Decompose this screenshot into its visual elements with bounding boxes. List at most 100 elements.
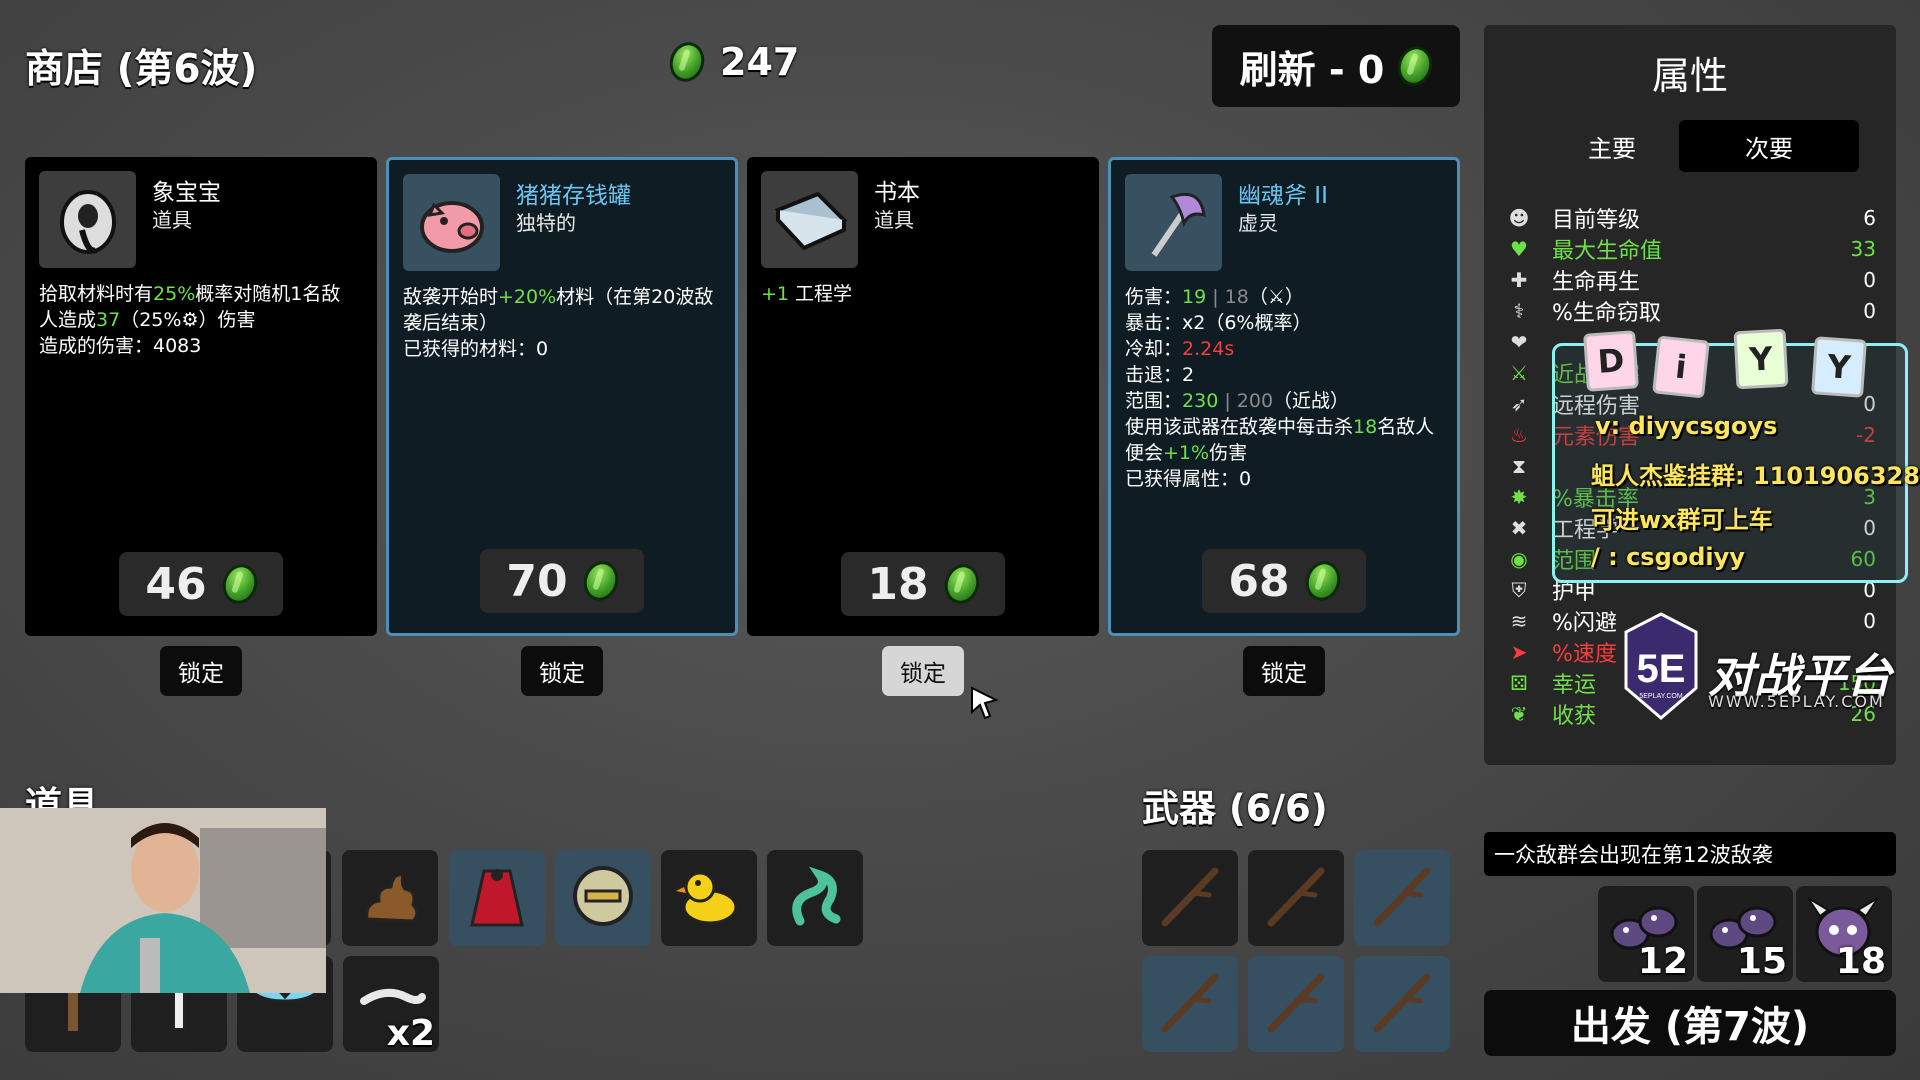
shop-card[interactable]: 幽魂斧 II 虚灵 伤害：19 | 18（⚔） 暴击：x2（6%概率） 冷却：2.24s…: [1108, 157, 1460, 636]
ghost-axe-icon: [1125, 174, 1222, 271]
item-count: x2: [386, 1013, 435, 1054]
stat-label: 生命再生: [1552, 270, 1641, 295]
regen-icon: ✚: [1510, 268, 1528, 292]
description-text: 37: [96, 309, 121, 331]
stat-value: 6: [1863, 206, 1876, 230]
description-text: | 18: [1206, 286, 1249, 308]
enemy-preview: 12: [1598, 886, 1694, 982]
material-icon: [217, 559, 262, 609]
description-line: 范围：230 | 200（近战）: [1125, 388, 1445, 414]
description-line: 造成的伤害：4083: [39, 333, 365, 359]
item-slot[interactable]: [661, 850, 757, 946]
description-line: 使用该武器在敌袭中每击杀18名敌人: [1125, 414, 1445, 440]
description-text: 已获得属性：0: [1125, 468, 1252, 490]
description-text: | 200: [1218, 390, 1274, 412]
logo-url: WWW.5EPLAY.COM: [1708, 692, 1885, 711]
card-description: 拾取材料时有25%概率对随机1名敌 人造成37（25%⚙）伤害 造成的伤害：4083: [39, 281, 365, 359]
lock-button[interactable]: 锁定: [521, 646, 603, 696]
weapons-title: 武器 (6/6): [1142, 787, 1328, 830]
stat-row[interactable]: ☻ 目前等级 6: [1506, 203, 1876, 233]
card-price: 46: [145, 558, 207, 610]
piggy-bank-icon: [403, 174, 500, 271]
tab-secondary[interactable]: 次要: [1679, 120, 1859, 172]
item-slot[interactable]: [342, 850, 438, 946]
description-text: 工程学: [789, 283, 853, 305]
weapon-slot[interactable]: [1142, 850, 1238, 946]
level-icon: ☻: [1508, 206, 1530, 230]
shop-card[interactable]: 书本 道具 +1 工程学 18: [747, 157, 1099, 636]
item-slot[interactable]: [555, 850, 651, 946]
luck-icon: ⚄: [1510, 671, 1528, 695]
card-name: 幽魂斧 II: [1238, 183, 1328, 209]
weapon-slot[interactable]: [1248, 850, 1344, 946]
overlay-tag: Y: [1811, 336, 1867, 398]
price-box: 18: [841, 552, 1005, 616]
description-text: 拾取材料时有: [39, 283, 154, 305]
stat-value: 0: [1863, 299, 1876, 323]
shop-card[interactable]: 象宝宝 道具 拾取材料时有25%概率对随机1名敌 人造成37（25%⚙）伤害 造成的伤害…: [25, 157, 377, 636]
stick-icon: [1155, 967, 1225, 1041]
description-line: 伤害：19 | 18（⚔）: [1125, 284, 1445, 310]
gold-counter: 247: [664, 37, 800, 87]
shop-card[interactable]: 猪猪存钱罐 独特的 敌袭开始时+20%材料（在第20波敌 袭后结束） 已获得的材料：0 7…: [386, 157, 738, 636]
description-text: 冷却：: [1125, 338, 1183, 360]
stat-value: 0: [1863, 268, 1876, 292]
engineering-icon: ✖: [1510, 516, 1528, 540]
price-box: 70: [480, 549, 644, 613]
card-description: 伤害：19 | 18（⚔） 暴击：x2（6%概率） 冷却：2.24s 击退：2 范围：2…: [1125, 284, 1445, 492]
enemy-preview: 15: [1697, 886, 1793, 982]
tab-primary[interactable]: 主要: [1522, 120, 1702, 172]
item-slot[interactable]: [767, 850, 863, 946]
weapon-slot[interactable]: [1354, 956, 1450, 1052]
mouse-cursor-icon: [971, 686, 999, 720]
description-text: 25%: [153, 283, 196, 305]
reroll-button[interactable]: 刷新 - 0: [1212, 25, 1460, 107]
item-slot[interactable]: [449, 850, 545, 946]
description-text: （25%: [120, 309, 182, 331]
description-line: 敌袭开始时+20%材料（在第20波敌: [403, 284, 723, 310]
description-line: 人造成37（25%⚙）伤害: [39, 307, 365, 333]
description-text: （近战）: [1273, 390, 1350, 412]
heart-icon: ♥: [1510, 237, 1528, 261]
damage-icon: ❤: [1510, 330, 1528, 354]
stat-row[interactable]: ⚕ %生命窃取 0: [1506, 296, 1876, 326]
5e-logo-icon: 5E 5EPLAY.COM: [1624, 612, 1698, 720]
card-name: 猪猪存钱罐: [516, 183, 631, 209]
price-box: 68: [1202, 549, 1366, 613]
stick-icon: [1261, 967, 1331, 1041]
description-text: +20%: [498, 286, 557, 308]
description-text: 伤害: [1209, 442, 1248, 464]
overlay-tag: Y: [1733, 328, 1789, 390]
stat-row[interactable]: ♥ 最大生命值 33: [1506, 234, 1876, 264]
harvest-icon: ❦: [1510, 702, 1528, 726]
elemental-icon: ♨: [1510, 423, 1528, 447]
description-text: 材料（在第20波敌: [556, 286, 714, 308]
description-text: 19: [1182, 286, 1207, 308]
weapon-slot[interactable]: [1354, 850, 1450, 946]
stat-label: 目前等级: [1552, 208, 1641, 233]
stat-row[interactable]: ✚ 生命再生 0: [1506, 265, 1876, 295]
card-type: 道具: [874, 208, 914, 232]
stick-icon: [1261, 861, 1331, 935]
enemy-count: 18: [1835, 941, 1886, 982]
description-text: 名敌人: [1377, 416, 1435, 438]
lock-button[interactable]: 锁定: [882, 646, 964, 696]
lock-button[interactable]: 锁定: [1243, 646, 1325, 696]
gold-amount: 247: [720, 40, 800, 84]
description-text: +1%: [1163, 442, 1210, 464]
description-text: 造成的伤害：4083: [39, 335, 202, 357]
item-slot[interactable]: x2: [343, 956, 439, 1054]
description-text: 18: [1353, 416, 1378, 438]
stick-icon: [1155, 861, 1225, 935]
go-button[interactable]: 出发 (第7波): [1484, 990, 1896, 1056]
stream-overlay: D i Y Y v: diyycsgoys 蛆人杰鉴挂群: 1101906328…: [1552, 328, 1920, 583]
lock-button[interactable]: 锁定: [160, 646, 242, 696]
stat-value: 0: [1863, 609, 1876, 633]
dodge-icon: ≋: [1510, 609, 1528, 633]
weapon-slot[interactable]: [1142, 956, 1238, 1052]
wave-message: 一众敌群会出现在第12波敌袭: [1484, 832, 1896, 876]
reroll-label: 刷新 - 0: [1239, 47, 1385, 92]
weapon-slot[interactable]: [1248, 956, 1344, 1052]
card-type: 道具: [152, 208, 192, 232]
material-icon: [578, 556, 623, 606]
